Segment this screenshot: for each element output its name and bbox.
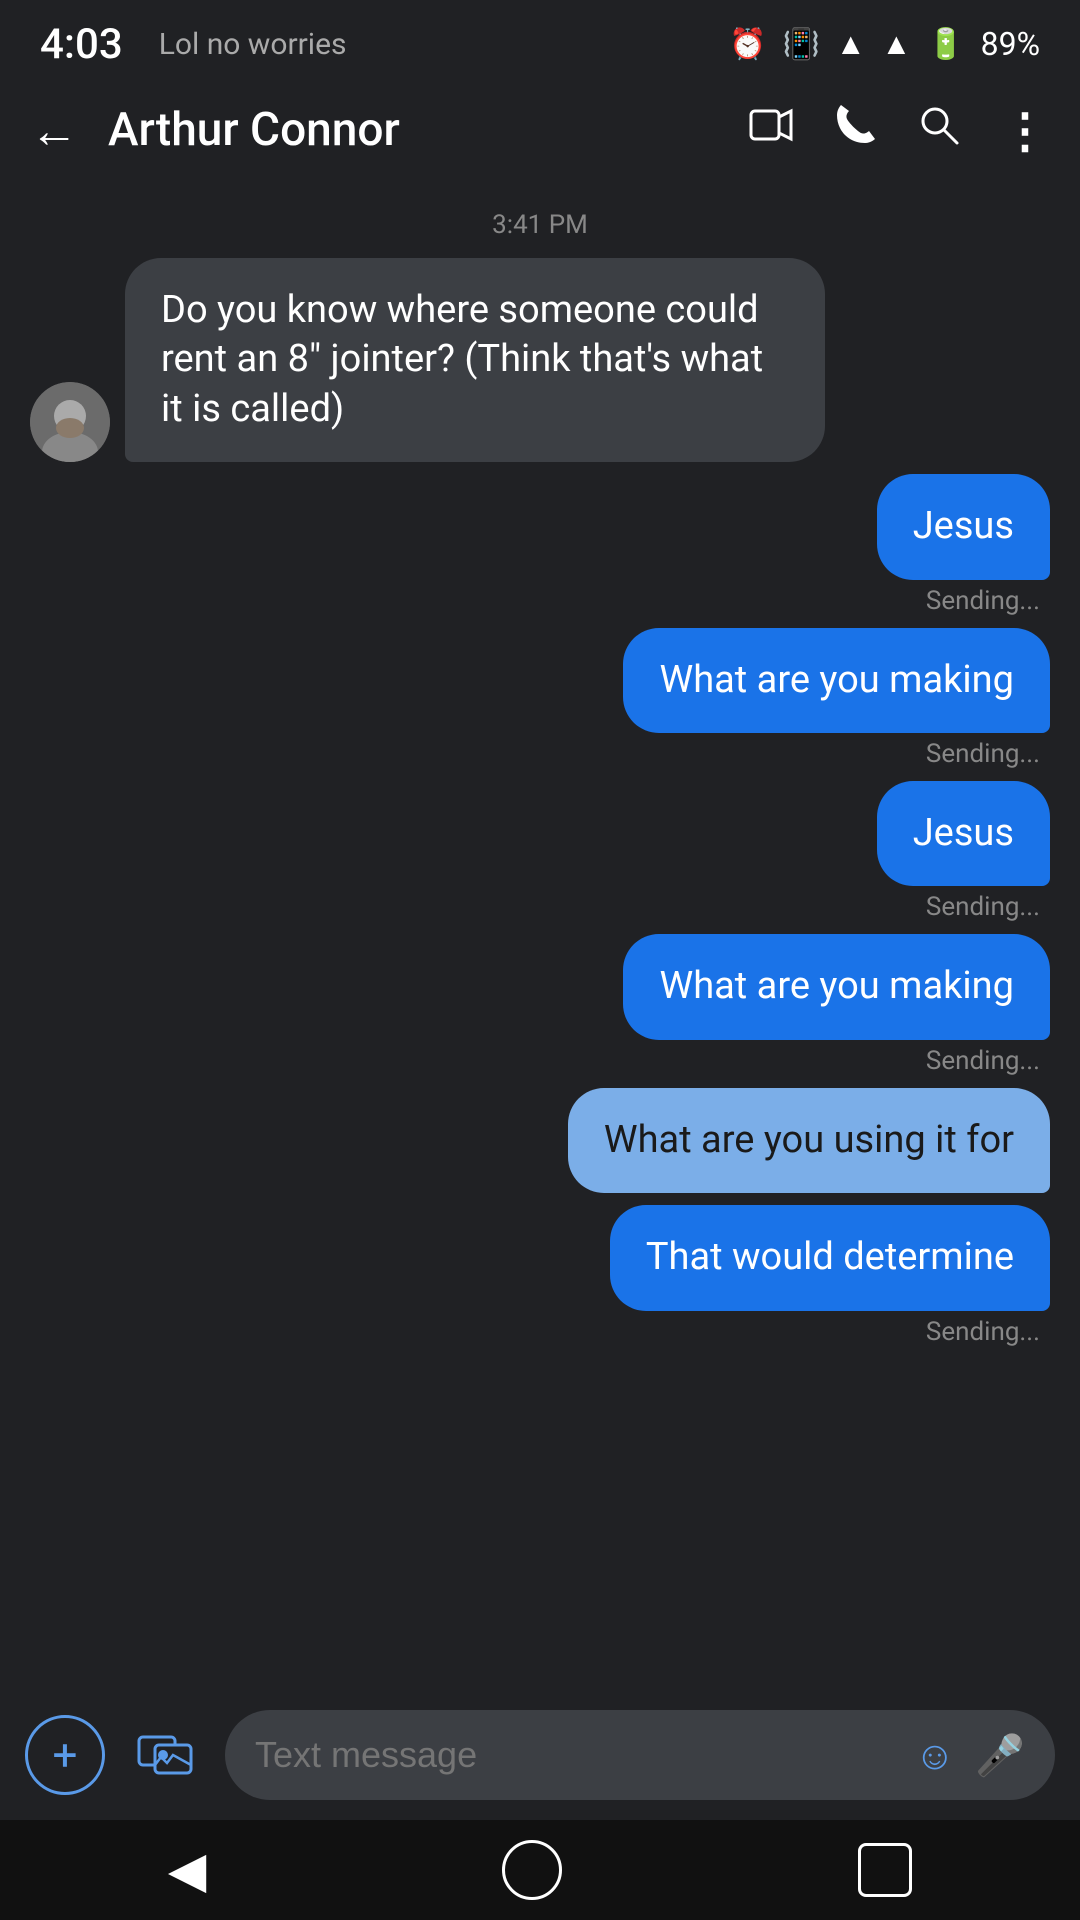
text-input-wrapper: ☺ 🎤 — [225, 1710, 1055, 1800]
message-status: Sending... — [926, 1046, 1050, 1076]
video-call-icon[interactable] — [749, 103, 793, 157]
message-status: Sending... — [926, 892, 1050, 922]
status-time: 4:03 — [40, 20, 123, 69]
gallery-button[interactable] — [125, 1715, 205, 1795]
message-row: Jesus Sending... — [30, 474, 1050, 615]
sent-bubble: Jesus — [877, 474, 1050, 579]
input-area: + ☺ 🎤 — [0, 1690, 1080, 1820]
bubble-container: Jesus Sending... — [877, 474, 1050, 615]
emoji-icon[interactable]: ☺ — [914, 1732, 955, 1779]
bubble-container: That would determine Sending... — [610, 1205, 1050, 1346]
contact-name: Arthur Connor — [108, 103, 719, 157]
add-button[interactable]: + — [25, 1715, 105, 1795]
bubble-container: What are you using it for — [568, 1088, 1050, 1193]
avatar — [30, 382, 110, 462]
more-options-icon[interactable]: ⋮ — [1001, 102, 1050, 159]
back-nav-icon[interactable]: ◀ — [168, 1841, 206, 1900]
sent-bubble-light: What are you using it for — [568, 1088, 1050, 1193]
message-row: What are you using it for — [30, 1088, 1050, 1193]
app-bar: ← Arthur Connor ⋮ — [0, 80, 1080, 180]
wifi-icon: ▲ — [836, 27, 866, 62]
sent-bubble: Jesus — [877, 781, 1050, 886]
navigation-bar: ◀ — [0, 1820, 1080, 1920]
message-row: That would determine Sending... — [30, 1205, 1050, 1346]
back-button[interactable]: ← — [30, 102, 78, 159]
status-icons: ⏰ 📳 ▲ ▲ 🔋 89% — [729, 25, 1040, 63]
plus-icon: + — [53, 1733, 78, 1777]
message-row: Do you know where someone could rent an … — [30, 258, 1050, 462]
messages-area: 3:41 PM Do you know where someone could … — [0, 180, 1080, 1690]
bubble-container: Jesus Sending... — [877, 781, 1050, 922]
status-bar: 4:03 Lol no worries ⏰ 📳 ▲ ▲ 🔋 89% — [0, 0, 1080, 80]
alarm-icon: ⏰ — [729, 27, 766, 62]
bubble-container: What are you making Sending... — [623, 628, 1050, 769]
bubble-container: Do you know where someone could rent an … — [125, 258, 825, 462]
home-nav-icon[interactable] — [502, 1840, 562, 1900]
message-timestamp: 3:41 PM — [30, 210, 1050, 240]
app-bar-actions: ⋮ — [749, 102, 1050, 159]
battery-percent: 89% — [981, 25, 1040, 63]
vibrate-icon: 📳 — [782, 27, 819, 62]
message-row: Jesus Sending... — [30, 781, 1050, 922]
microphone-icon[interactable]: 🎤 — [975, 1732, 1025, 1779]
recents-nav-icon[interactable] — [858, 1843, 912, 1897]
message-input[interactable] — [255, 1734, 894, 1776]
sent-bubble: That would determine — [610, 1205, 1050, 1310]
bubble-container: What are you making Sending... — [623, 934, 1050, 1075]
message-row: What are you making Sending... — [30, 628, 1050, 769]
sent-bubble: What are you making — [623, 934, 1050, 1039]
signal-icon: ▲ — [882, 27, 912, 62]
status-notification: Lol no worries — [159, 27, 347, 62]
search-icon[interactable] — [917, 103, 961, 157]
message-status: Sending... — [926, 1317, 1050, 1347]
battery-icon: 🔋 — [927, 27, 964, 62]
sent-bubble: What are you making — [623, 628, 1050, 733]
received-bubble: Do you know where someone could rent an … — [125, 258, 825, 462]
phone-call-icon[interactable] — [833, 103, 877, 157]
message-status: Sending... — [926, 586, 1050, 616]
message-status: Sending... — [926, 739, 1050, 769]
message-row: What are you making Sending... — [30, 934, 1050, 1075]
